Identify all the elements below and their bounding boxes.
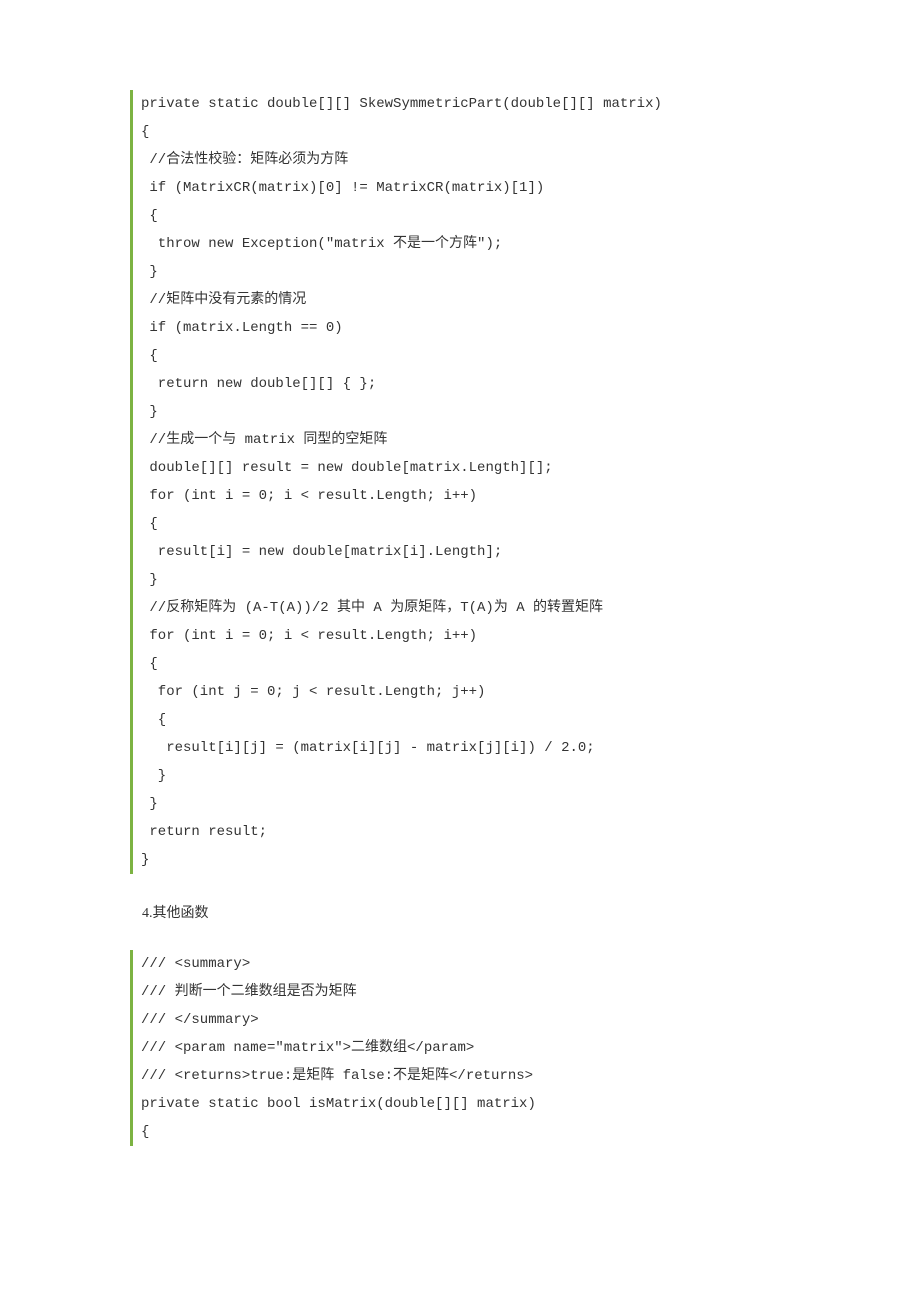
code-line: { xyxy=(141,1118,800,1146)
code-line: /// <param name="matrix">二维数组</param> xyxy=(141,1034,800,1062)
code-line: } xyxy=(141,790,800,818)
code-line: } xyxy=(141,398,800,426)
code-line: //矩阵中没有元素的情况 xyxy=(141,286,800,314)
document-page: private static double[][] SkewSymmetricP… xyxy=(0,0,920,1214)
section-heading-other-functions: 4.其他函数 xyxy=(142,902,800,922)
code-line: private static double[][] SkewSymmetricP… xyxy=(141,90,800,118)
code-line: /// 判断一个二维数组是否为矩阵 xyxy=(141,978,800,1006)
code-line: } xyxy=(141,846,800,874)
code-line: { xyxy=(141,342,800,370)
code-line: result[i] = new double[matrix[i].Length]… xyxy=(141,538,800,566)
code-line: } xyxy=(141,762,800,790)
code-line: /// <returns>true:是矩阵 false:不是矩阵</return… xyxy=(141,1062,800,1090)
code-line: { xyxy=(141,118,800,146)
code-line: throw new Exception("matrix 不是一个方阵"); xyxy=(141,230,800,258)
code-block-is-matrix: /// <summary>/// 判断一个二维数组是否为矩阵/// </summ… xyxy=(130,950,800,1146)
code-line: //合法性校验：矩阵必须为方阵 xyxy=(141,146,800,174)
code-line: private static bool isMatrix(double[][] … xyxy=(141,1090,800,1118)
code-line: } xyxy=(141,258,800,286)
code-line: if (MatrixCR(matrix)[0] != MatrixCR(matr… xyxy=(141,174,800,202)
code-line: { xyxy=(141,202,800,230)
code-line: for (int j = 0; j < result.Length; j++) xyxy=(141,678,800,706)
code-line: /// <summary> xyxy=(141,950,800,978)
code-line: } xyxy=(141,566,800,594)
code-line: { xyxy=(141,650,800,678)
code-line: for (int i = 0; i < result.Length; i++) xyxy=(141,622,800,650)
code-line: for (int i = 0; i < result.Length; i++) xyxy=(141,482,800,510)
code-line: //反称矩阵为 (A-T(A))/2 其中 A 为原矩阵，T(A)为 A 的转置… xyxy=(141,594,800,622)
code-line: //生成一个与 matrix 同型的空矩阵 xyxy=(141,426,800,454)
code-line: { xyxy=(141,706,800,734)
code-line: if (matrix.Length == 0) xyxy=(141,314,800,342)
code-line: /// </summary> xyxy=(141,1006,800,1034)
code-line: return new double[][] { }; xyxy=(141,370,800,398)
code-line: return result; xyxy=(141,818,800,846)
code-line: { xyxy=(141,510,800,538)
code-line: double[][] result = new double[matrix.Le… xyxy=(141,454,800,482)
code-line: result[i][j] = (matrix[i][j] - matrix[j]… xyxy=(141,734,800,762)
code-block-skew-symmetric: private static double[][] SkewSymmetricP… xyxy=(130,90,800,874)
